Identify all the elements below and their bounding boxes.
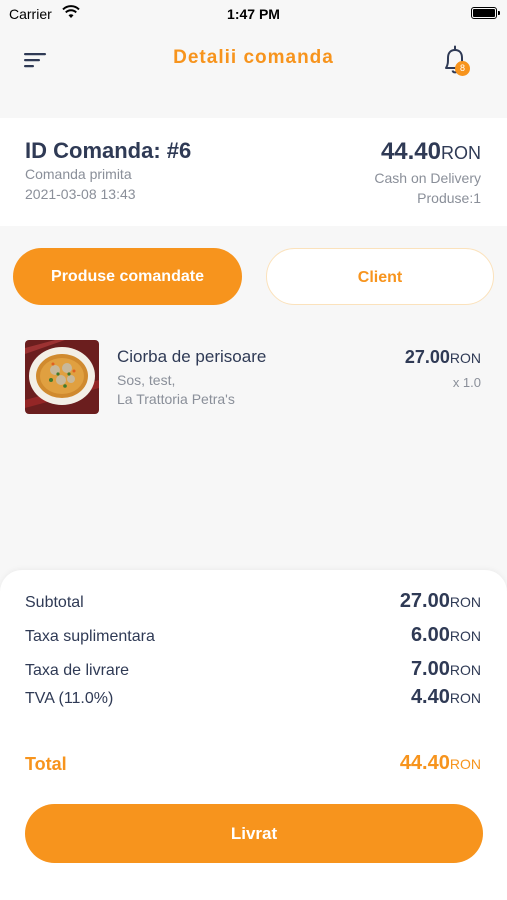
- extra-fee-row: Taxa suplimentara 6.00RON: [25, 624, 481, 650]
- payment-method: Cash on Delivery: [374, 170, 481, 186]
- vat-amount: 4.40: [410, 686, 450, 708]
- subtotal-amount: 27.00: [399, 590, 450, 612]
- subtotal-currency: RON: [449, 594, 481, 610]
- delivery-fee-value: 7.00RON: [411, 658, 481, 681]
- order-total-amount: 44.40: [380, 138, 441, 165]
- list-item[interactable]: Ciorba de perisoare Sos, test, La Tratto…: [0, 340, 507, 420]
- product-price-amount: 27.00: [404, 347, 450, 367]
- extra-fee-amount: 6.00: [410, 624, 450, 646]
- subtotal-value: 27.00RON: [400, 590, 481, 613]
- tab-produse-comandate[interactable]: Produse comandate: [13, 248, 242, 305]
- vat-row: TVA (11.0%) 4.40RON: [25, 686, 481, 712]
- notification-badge: 8: [455, 61, 470, 76]
- product-description: Sos, test,: [117, 372, 176, 388]
- product-price-currency: RON: [449, 350, 481, 366]
- products-count: Produse:1: [417, 190, 481, 206]
- page-title: Detalii comanda: [173, 47, 334, 68]
- delivery-fee-label: Taxa de livrare: [25, 662, 130, 679]
- delivery-fee-row: Taxa de livrare 7.00RON: [25, 658, 481, 684]
- order-id: ID Comanda: #6: [25, 138, 192, 163]
- product-image: [25, 340, 99, 414]
- total-value: 44.40RON: [400, 752, 481, 775]
- vat-currency: RON: [449, 690, 481, 706]
- order-date: 2021-03-08 13:43: [25, 186, 136, 202]
- extra-fee-label: Taxa suplimentara: [25, 628, 155, 645]
- delivered-button[interactable]: Livrat: [25, 804, 483, 863]
- nav-bar: Detalii comanda 8: [0, 28, 507, 118]
- vat-label: TVA (11.0%): [25, 690, 114, 707]
- product-restaurant: La Trattoria Petra's: [117, 391, 235, 407]
- product-price: 27.00RON: [405, 347, 481, 368]
- order-total: 44.40RON: [381, 138, 481, 166]
- total-amount: 44.40: [399, 752, 450, 774]
- delivery-fee-currency: RON: [449, 662, 481, 678]
- clock: 1:47 PM: [227, 6, 280, 22]
- vat-value: 4.40RON: [411, 686, 481, 709]
- extra-fee-currency: RON: [449, 628, 481, 644]
- delivery-fee-amount: 7.00: [410, 658, 450, 680]
- order-summary: ID Comanda: #6 Comanda primita 2021-03-0…: [0, 118, 507, 226]
- subtotal-label: Subtotal: [25, 594, 84, 611]
- battery-icon: [471, 7, 500, 19]
- total-row: Total 44.40RON: [25, 752, 481, 778]
- order-status: Comanda primita: [25, 166, 132, 182]
- total-currency: RON: [449, 756, 481, 772]
- extra-fee-value: 6.00RON: [411, 624, 481, 647]
- product-name: Ciorba de perisoare: [117, 347, 267, 366]
- total-label: Total: [25, 754, 67, 774]
- product-quantity: x 1.0: [452, 375, 481, 390]
- subtotal-row: Subtotal 27.00RON: [25, 590, 481, 616]
- order-total-currency: RON: [441, 143, 481, 163]
- tab-client[interactable]: Client: [266, 248, 494, 305]
- status-bar: Carrier 1:47 PM: [0, 0, 507, 28]
